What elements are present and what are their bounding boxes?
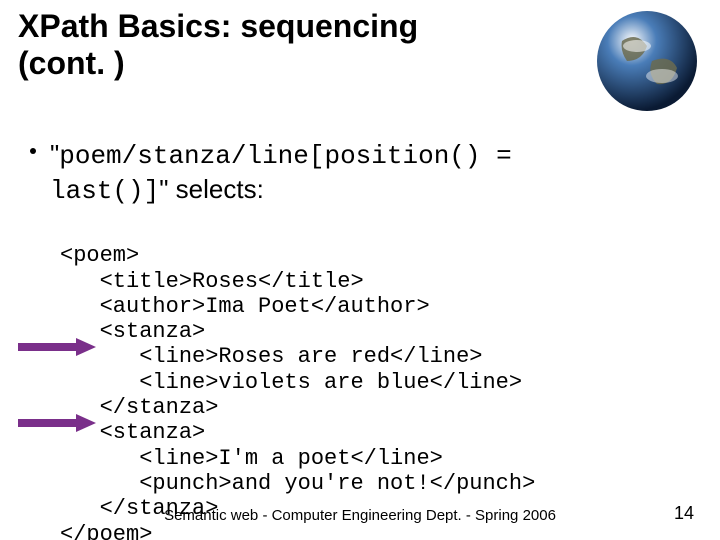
arrow-head xyxy=(76,338,96,356)
code-line: <line>violets are blue</line> xyxy=(60,370,522,395)
title-line-2: (cont. ) xyxy=(18,45,125,81)
bullet-text: "poem/stanza/line[position() = last()]" … xyxy=(50,138,680,207)
arrow-shaft xyxy=(18,343,78,351)
bullet-item: "poem/stanza/line[position() = last()]" … xyxy=(30,138,680,207)
slide-title: XPath Basics: sequencing (cont. ) xyxy=(18,8,498,82)
page-number: 14 xyxy=(674,503,694,524)
code-line: <title>Roses</title> xyxy=(60,269,364,294)
code-line: <line>Roses are red</line> xyxy=(60,344,482,369)
code-line: <punch>and you're not!</punch> xyxy=(60,471,535,496)
arrow-shaft xyxy=(18,419,78,427)
footer-text: Semantic web - Computer Engineering Dept… xyxy=(0,507,720,524)
xpath-expr-line1: poem/stanza/line[position() = xyxy=(59,141,511,171)
quote-open: " xyxy=(50,139,59,169)
xpath-expr-line2: last()] xyxy=(50,176,159,206)
arrow-head xyxy=(76,414,96,432)
slide: XPath Basics: sequencing (cont. ) "poem/… xyxy=(0,0,720,540)
bullet-dot-icon xyxy=(30,148,36,154)
xml-code-block: <poem> <title>Roses</title> <author>Ima … xyxy=(60,218,535,540)
title-line-1: XPath Basics: sequencing xyxy=(18,8,418,44)
arrow-icon xyxy=(18,340,96,354)
code-line: <author>Ima Poet</author> xyxy=(60,294,430,319)
globe-icon xyxy=(592,6,702,116)
code-line: <line>I'm a poet</line> xyxy=(60,446,443,471)
code-line: <poem> xyxy=(60,243,139,268)
arrow-icon xyxy=(18,416,96,430)
selects-label: " selects: xyxy=(159,174,264,204)
code-line: </poem> xyxy=(60,522,152,540)
